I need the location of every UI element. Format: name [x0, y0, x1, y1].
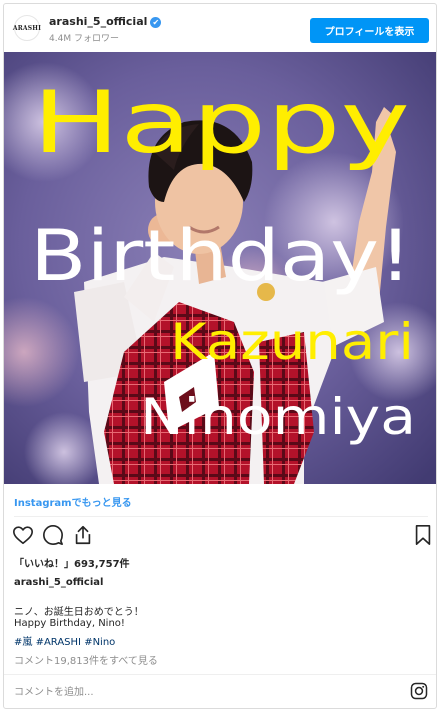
post-header: ARASHI arashi_5_official ✔ 4.4M フォロワー プロフ…: [4, 4, 436, 50]
photo-text-kazunari: Kazunari: [170, 313, 414, 371]
action-bar: [12, 524, 432, 550]
hashtag-link[interactable]: #ARASHI: [36, 637, 81, 648]
follower-count: 4.4M フォロワー: [49, 34, 119, 44]
photo-artwork: Happy Birthday! Kazunari Ninomiya: [4, 52, 436, 484]
bookmark-icon[interactable]: [412, 524, 434, 546]
photo-text-happy: Happy: [32, 73, 410, 173]
photo-text-ninomiya: Ninomiya: [140, 388, 416, 446]
username-row: arashi_5_official ✔: [49, 15, 162, 28]
instagram-logo-icon[interactable]: [410, 682, 428, 700]
view-all-comments-link[interactable]: コメント19,813件をすべて見る: [14, 652, 158, 667]
hashtag-link[interactable]: #嵐: [14, 637, 32, 648]
comment-bar: [4, 674, 436, 708]
avatar[interactable]: ARASHI: [13, 15, 41, 41]
like-count[interactable]: 「いいね！」693,757件: [14, 555, 130, 570]
photo-text-birthday: Birthday!: [30, 215, 412, 297]
verified-badge-icon: ✔: [150, 17, 162, 28]
caption-line-1: ニノ、お誕生日おめでとう！: [14, 607, 144, 618]
post-photo[interactable]: Happy Birthday! Kazunari Ninomiya: [4, 52, 436, 484]
view-profile-button[interactable]: プロフィールを表示: [310, 18, 429, 43]
caption-line-2: Happy Birthday, Nino!: [14, 618, 125, 629]
share-icon[interactable]: [72, 524, 94, 546]
divider: [14, 516, 428, 517]
heart-icon[interactable]: [12, 524, 34, 546]
hashtag-link[interactable]: #Nino: [84, 637, 115, 648]
caption-username[interactable]: arashi_5_official: [14, 577, 103, 588]
caption-hashtags: #嵐 #ARASHI #Nino: [14, 633, 115, 648]
comment-icon[interactable]: [42, 524, 64, 546]
view-more-on-instagram-link[interactable]: Instagramでもっと見る: [14, 494, 132, 509]
username[interactable]: arashi_5_official: [49, 15, 147, 28]
instagram-embed-card: ARASHI arashi_5_official ✔ 4.4M フォロワー プロフ…: [3, 3, 437, 709]
comment-input[interactable]: [14, 683, 394, 701]
